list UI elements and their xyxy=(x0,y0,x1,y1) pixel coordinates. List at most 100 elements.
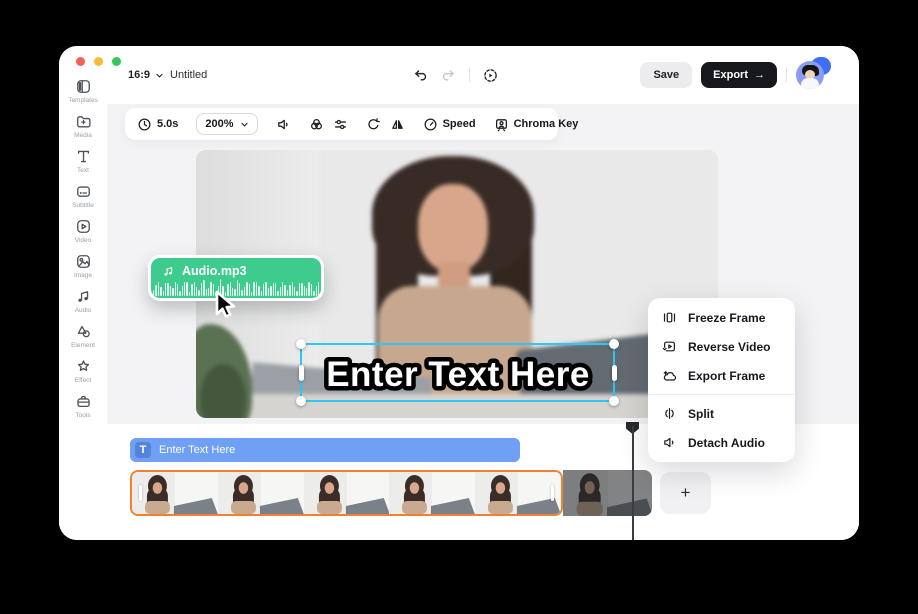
arrow-right-icon: → xyxy=(754,69,765,81)
clip-thumbnail xyxy=(218,472,304,514)
duration-value: 5.0s xyxy=(157,118,178,130)
templates-icon xyxy=(75,78,92,95)
volume-icon[interactable] xyxy=(276,117,291,132)
sidebar-item-subtitle[interactable]: Subtitle xyxy=(59,183,107,209)
effect-icon xyxy=(75,358,92,375)
sidebar-item-media[interactable]: Media xyxy=(59,113,107,139)
clip-thumbnail xyxy=(304,472,390,514)
resize-handle-bottom-left[interactable] xyxy=(296,396,306,406)
avatar-shirt xyxy=(801,78,819,89)
sidebar-label: Subtitle xyxy=(72,202,94,209)
trim-handle-left[interactable] xyxy=(139,485,142,501)
svg-text:Enter Text Here: Enter Text Here xyxy=(326,355,590,394)
sidebar-item-text[interactable]: Text xyxy=(59,148,107,174)
detach-audio-icon xyxy=(662,435,677,450)
app-window: 16:9 Untitled Save Export → xyxy=(59,46,859,540)
menu-item-freeze-frame[interactable]: Freeze Frame xyxy=(648,303,795,332)
tools-icon xyxy=(75,393,92,410)
close-window-button[interactable] xyxy=(76,57,85,66)
text-overlay-selection[interactable]: Enter Text Here xyxy=(300,343,615,402)
sidebar-label: Text xyxy=(77,167,89,174)
export-frame-icon xyxy=(662,368,677,383)
timeline-text-clip[interactable]: T Enter Text Here xyxy=(130,438,520,462)
divider xyxy=(786,68,787,82)
sidebar: Templates Media Text Subtitle Video Imag… xyxy=(59,46,107,540)
element-icon xyxy=(75,323,92,340)
preview-focus-icon[interactable] xyxy=(483,68,498,83)
scale-value: 200% xyxy=(205,118,233,130)
menu-item-label: Split xyxy=(688,407,714,421)
flip-horizontal-icon[interactable] xyxy=(390,117,405,132)
chevron-down-icon xyxy=(240,120,249,129)
duration-control[interactable]: 5.0s xyxy=(137,117,178,132)
export-button-label: Export xyxy=(713,69,748,81)
sidebar-item-templates[interactable]: Templates xyxy=(59,78,107,104)
trimmed-clip-section[interactable] xyxy=(563,470,652,516)
text-clip-label: Enter Text Here xyxy=(159,444,235,456)
resize-handle-left[interactable] xyxy=(299,365,304,381)
zoom-window-button[interactable] xyxy=(112,57,121,66)
window-controls xyxy=(76,57,121,66)
clip-thumbnail xyxy=(132,472,218,514)
add-media-button[interactable]: + xyxy=(660,472,711,514)
menu-item-reverse-video[interactable]: Reverse Video xyxy=(648,332,795,361)
resize-handle-top-left[interactable] xyxy=(296,339,306,349)
reverse-video-icon xyxy=(662,339,677,354)
video-icon xyxy=(75,218,92,235)
adjust-sliders-icon[interactable] xyxy=(333,117,348,132)
media-icon xyxy=(75,113,92,130)
menu-item-split[interactable]: Split xyxy=(648,399,795,428)
trimmed-overlay xyxy=(563,470,652,516)
sidebar-label: Tools xyxy=(75,412,90,419)
project-title[interactable]: Untitled xyxy=(170,69,207,81)
speed-label: Speed xyxy=(443,118,476,130)
menu-item-detach-audio[interactable]: Detach Audio xyxy=(648,428,795,457)
account-area xyxy=(796,61,824,89)
sidebar-label: Templates xyxy=(68,97,98,104)
undo-icon[interactable] xyxy=(413,68,428,83)
sidebar-item-video[interactable]: Video xyxy=(59,218,107,244)
text-clip-badge: T xyxy=(135,442,151,458)
timeline-video-clip[interactable] xyxy=(130,470,563,516)
sidebar-label: Image xyxy=(74,272,92,279)
audio-filename: Audio.mp3 xyxy=(182,264,247,278)
menu-item-label: Export Frame xyxy=(688,369,765,383)
clip-toolbar: 5.0s 200% Speed Chroma Key xyxy=(125,108,558,140)
menu-item-label: Freeze Frame xyxy=(688,311,765,325)
redo-icon[interactable] xyxy=(441,68,456,83)
resize-handle-right[interactable] xyxy=(612,365,617,381)
sidebar-item-tools[interactable]: Tools xyxy=(59,393,107,419)
save-button[interactable]: Save xyxy=(640,62,692,88)
trim-handle-right[interactable] xyxy=(551,485,554,501)
resize-handle-bottom-right[interactable] xyxy=(609,396,619,406)
context-menu: Freeze Frame Reverse Video Export Frame … xyxy=(648,298,795,462)
color-wheel-icon[interactable] xyxy=(309,117,324,132)
sidebar-item-audio[interactable]: Audio xyxy=(59,288,107,314)
video-clip-thumbnails xyxy=(132,472,561,514)
resize-handle-top-right[interactable] xyxy=(609,339,619,349)
canvas-text[interactable]: Enter Text Here xyxy=(300,341,616,405)
main-area: 5.0s 200% Speed Chroma Key xyxy=(107,104,859,540)
scale-dropdown[interactable]: 200% xyxy=(196,113,257,135)
sidebar-item-image[interactable]: Image xyxy=(59,253,107,279)
menu-item-export-frame[interactable]: Export Frame xyxy=(648,361,795,390)
sidebar-item-effect[interactable]: Effect xyxy=(59,358,107,384)
playhead-line[interactable] xyxy=(632,426,634,540)
sidebar-item-element[interactable]: Element xyxy=(59,323,107,349)
music-note-icon xyxy=(162,265,175,278)
speed-button[interactable]: Speed xyxy=(423,117,476,132)
chroma-key-button[interactable]: Chroma Key xyxy=(494,117,579,132)
menu-item-label: Detach Audio xyxy=(688,436,765,450)
rotate-icon[interactable] xyxy=(366,117,381,132)
aspect-ratio-dropdown[interactable]: 16:9 xyxy=(128,69,164,81)
clock-icon xyxy=(137,117,152,132)
chroma-key-label: Chroma Key xyxy=(514,118,579,130)
audio-icon xyxy=(75,288,92,305)
minimize-window-button[interactable] xyxy=(94,57,103,66)
text-icon xyxy=(75,148,92,165)
history-controls xyxy=(413,68,498,83)
avatar[interactable] xyxy=(796,61,824,89)
freeze-frame-icon xyxy=(662,310,677,325)
export-button[interactable]: Export → xyxy=(701,62,777,88)
sidebar-label: Video xyxy=(75,237,92,244)
